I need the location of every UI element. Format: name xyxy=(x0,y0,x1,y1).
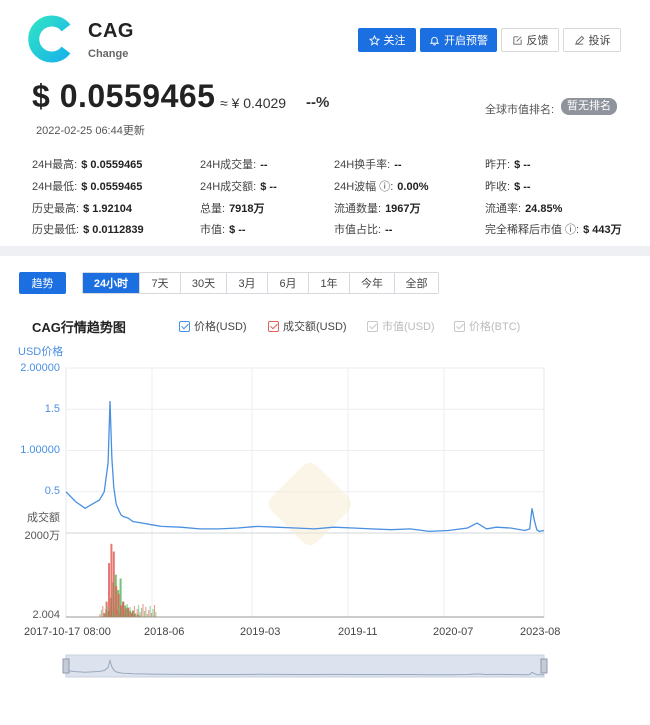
volume-bar-small xyxy=(152,609,154,617)
volume-bar-small xyxy=(149,606,151,617)
volume-bar-small xyxy=(146,614,148,617)
price-chart[interactable] xyxy=(0,0,650,725)
volume-bar-small xyxy=(116,610,118,617)
volume-bar-small xyxy=(133,606,135,617)
watermark-logo xyxy=(268,462,352,546)
volume-bar-small xyxy=(115,614,117,617)
volume-bar-small xyxy=(155,612,157,617)
volume-bar-small xyxy=(109,608,111,617)
volume-bar-small xyxy=(102,606,104,617)
volume-bar-small xyxy=(125,608,127,617)
volume-bar-small xyxy=(105,609,107,617)
volume-bar-small xyxy=(151,613,153,617)
volume-bar-small xyxy=(99,614,101,617)
volume-bar-small xyxy=(136,609,138,617)
volume-bar-small xyxy=(119,613,121,617)
volume-bar-small xyxy=(112,611,114,617)
volume-bar-small xyxy=(113,607,115,617)
volume-bar-small xyxy=(132,610,134,617)
volume-bar-small xyxy=(128,611,130,617)
volume-bar-small xyxy=(123,612,125,617)
volume-bar-small xyxy=(126,604,128,617)
volume-bar-small xyxy=(106,605,108,617)
volume-bar-small xyxy=(145,607,147,617)
volume-bar-small xyxy=(153,605,155,617)
volume-bar-small xyxy=(118,606,120,617)
volume-bar-small xyxy=(141,608,143,617)
volume-bar-small xyxy=(139,612,141,617)
volume-bar-small xyxy=(110,604,112,617)
volume-bar-small xyxy=(143,611,145,617)
volume-bar-small xyxy=(108,612,110,617)
volume-bar-small xyxy=(120,609,122,617)
volume-bar-small xyxy=(131,614,133,617)
volume-bar-small xyxy=(122,605,124,617)
volume-bar-small xyxy=(138,605,140,617)
zoom-handle-left[interactable] xyxy=(62,658,70,674)
volume-bar-small xyxy=(148,610,150,617)
volume-bar-small xyxy=(135,613,137,617)
volume-bar-small xyxy=(100,610,102,617)
volume-bar-small xyxy=(142,604,144,617)
volume-bar-small xyxy=(129,607,131,617)
zoom-handle-right[interactable] xyxy=(540,658,548,674)
volume-bar-small xyxy=(103,613,105,617)
